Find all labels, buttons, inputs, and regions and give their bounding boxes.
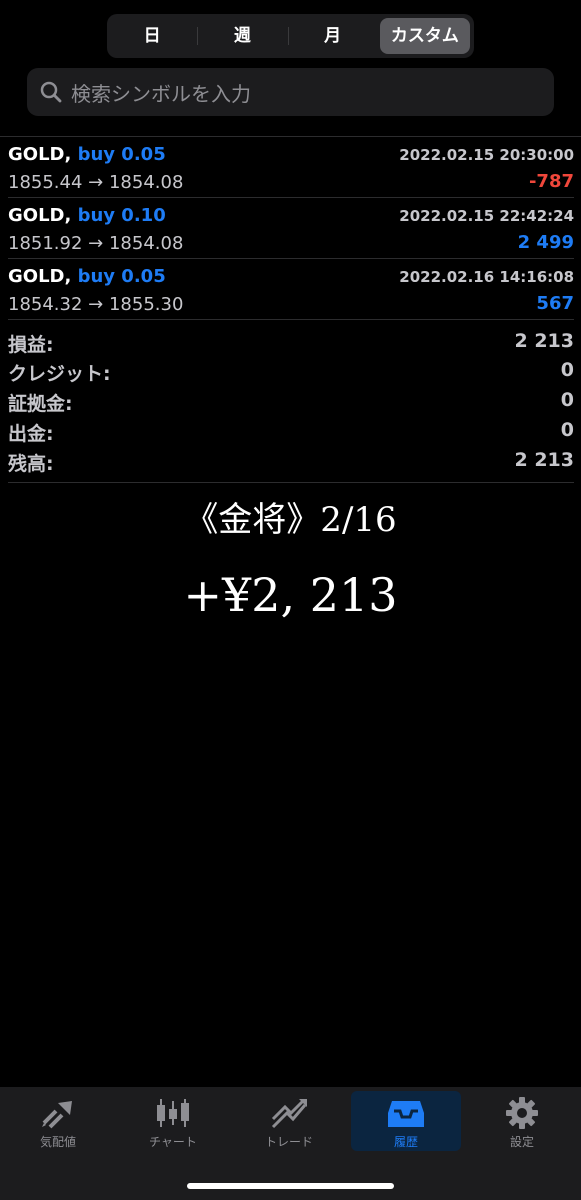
search-icon [40, 81, 62, 103]
row-separator [8, 319, 574, 320]
deal-profit: 2 499 [517, 232, 574, 253]
quotes-arrows-icon [42, 1101, 72, 1129]
deal-symbol: GOLD, [8, 205, 72, 226]
deal-datetime: 2022.02.15 22:42:24 [399, 207, 574, 225]
nav-label: 気配値 [39, 1135, 76, 1149]
summary-label: 損益: [8, 334, 54, 356]
trade-trend-icon [271, 1099, 307, 1129]
summary-value: 0 [560, 359, 574, 381]
nav-chart[interactable]: チャート [118, 1091, 228, 1151]
deal-prices: 1854.32 → 1855.30 [8, 294, 184, 315]
row-separator [8, 197, 574, 198]
deal-row[interactable]: GOLD, buy 0.05 2022.02.15 20:30:00 1855.… [0, 138, 581, 198]
search-placeholder: 検索シンボルを入力 [71, 81, 251, 106]
tab-day[interactable]: 日 [107, 18, 197, 54]
deal-datetime: 2022.02.16 14:16:08 [399, 268, 574, 286]
summary-profit: 損益: 2 213 [8, 330, 574, 359]
home-indicator [187, 1183, 394, 1189]
deal-datetime: 2022.02.15 20:30:00 [399, 146, 574, 164]
summary-label: 証拠金: [8, 393, 73, 415]
row-separator [8, 482, 574, 483]
nav-label: 履歴 [393, 1135, 418, 1149]
gear-icon [506, 1097, 538, 1129]
period-segmented-control: 日 週 月 カスタム [107, 14, 474, 58]
deal-row[interactable]: GOLD, buy 0.05 2022.02.16 14:16:08 1854.… [0, 260, 581, 320]
deal-symbol: GOLD, [8, 266, 72, 287]
summary-value: 0 [560, 419, 574, 441]
deal-row[interactable]: GOLD, buy 0.10 2022.02.15 22:42:24 1851.… [0, 199, 581, 259]
summary-balance: 残高: 2 213 [8, 449, 574, 478]
tab-custom[interactable]: カスタム [379, 18, 470, 54]
deal-side: buy 0.05 [77, 144, 166, 165]
nav-label: トレード [264, 1135, 313, 1149]
overlay-title: 《金将》2/16 [184, 500, 397, 540]
summary-margin: 証拠金: 0 [8, 389, 574, 418]
nav-settings[interactable]: 設定 [467, 1091, 577, 1151]
nav-label: チャート [149, 1135, 197, 1149]
summary-value: 0 [560, 389, 574, 411]
summary-value: 2 213 [514, 330, 575, 352]
deal-profit: 567 [536, 293, 574, 314]
row-separator [8, 258, 574, 259]
summary-label: 出金: [8, 423, 54, 445]
tab-month[interactable]: 月 [287, 18, 378, 54]
summary-value: 2 213 [514, 449, 575, 471]
deal-side: buy 0.05 [77, 266, 166, 287]
nav-history[interactable]: 履歴 [351, 1091, 461, 1151]
summary-label: 残高: [8, 453, 54, 475]
summary-credit: クレジット: 0 [8, 359, 574, 388]
nav-quotes[interactable]: 気配値 [3, 1091, 113, 1151]
deal-profit: -787 [528, 171, 574, 192]
summary-label: クレジット: [8, 363, 111, 385]
nav-trade[interactable]: トレード [234, 1091, 344, 1151]
overlay-amount: +¥2, 213 [183, 568, 398, 622]
divider [0, 136, 581, 137]
deal-symbol: GOLD, [8, 144, 72, 165]
tab-week[interactable]: 週 [197, 18, 287, 54]
search-input[interactable]: 検索シンボルを入力 [27, 68, 554, 116]
inbox-history-icon [388, 1101, 424, 1127]
summary-withdrawal: 出金: 0 [8, 419, 574, 448]
nav-label: 設定 [509, 1135, 534, 1149]
deal-prices: 1851.92 → 1854.08 [8, 233, 184, 254]
deal-prices: 1855.44 → 1854.08 [8, 172, 184, 193]
candlestick-icon [157, 1099, 189, 1127]
deal-side: buy 0.10 [77, 205, 166, 226]
